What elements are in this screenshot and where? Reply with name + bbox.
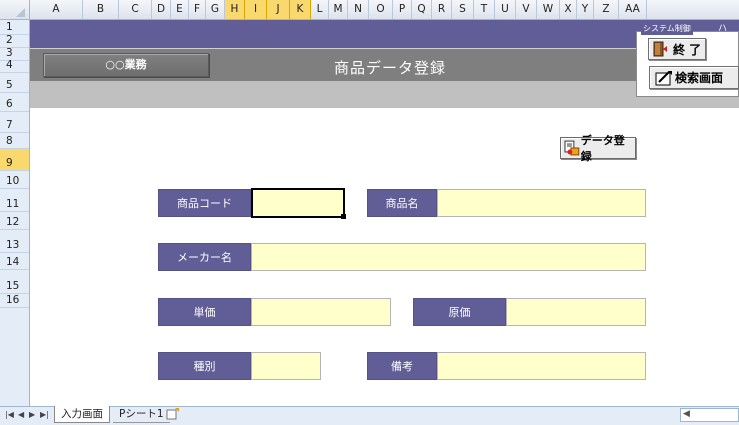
new-sheet-icon <box>166 408 179 420</box>
row-header-5[interactable]: 5 <box>0 73 29 93</box>
maker-name-field[interactable] <box>251 243 646 271</box>
column-header-o[interactable]: O <box>369 0 393 19</box>
column-header-y[interactable]: Y <box>577 0 594 19</box>
cost-price-field[interactable] <box>506 298 646 326</box>
cost-price-label: 原価 <box>413 298 506 326</box>
sub-band <box>30 81 739 108</box>
column-header-e[interactable]: E <box>171 0 189 19</box>
row-header-6[interactable]: 6 <box>0 93 29 112</box>
exit-button-label: 終 了 <box>673 42 702 57</box>
column-header-j[interactable]: J <box>267 0 290 19</box>
prev-sheet-icon[interactable]: ◀ <box>18 410 24 419</box>
exit-button[interactable]: 終 了 <box>648 38 706 60</box>
row-header-14[interactable]: 14 <box>0 253 29 270</box>
maker-name-label: メーカー名 <box>158 243 251 271</box>
column-header-m[interactable]: M <box>329 0 348 19</box>
row-header-11[interactable]: 11 <box>0 189 29 212</box>
sheet-tab-bar <box>0 406 739 425</box>
search-screen-button[interactable]: 検索画面 <box>649 66 739 89</box>
row-header-1[interactable]: 1 <box>0 20 29 35</box>
column-header-c[interactable]: C <box>119 0 152 19</box>
column-header-i[interactable]: I <box>245 0 267 19</box>
row-header-2[interactable]: 2 <box>0 34 29 48</box>
row-header-bar: 1 2 3 4 5 6 7 8 9 10 11 12 13 14 15 16 <box>0 20 30 406</box>
sheet-tab-input[interactable]: 入力画面 <box>54 406 110 423</box>
column-header-p[interactable]: P <box>393 0 412 19</box>
product-code-field[interactable] <box>251 188 345 218</box>
column-header-t[interactable]: T <box>474 0 495 19</box>
row-header-13[interactable]: 13 <box>0 230 29 253</box>
remarks-field[interactable] <box>437 352 646 380</box>
row-header-9[interactable]: 9 <box>0 149 29 171</box>
exit-door-icon <box>653 41 667 57</box>
last-sheet-icon[interactable]: ▶| <box>40 410 49 419</box>
column-header-bar: A B C D E F G H I J K L M N O P Q R S T U V W X Y Z AA <box>0 0 739 20</box>
page-title: 商品データ登録 <box>333 59 446 77</box>
department-label: ○○業務 <box>43 53 209 77</box>
column-header-q[interactable]: Q <box>412 0 432 19</box>
fill-handle[interactable] <box>341 214 346 219</box>
category-field[interactable] <box>251 352 321 380</box>
column-header-l[interactable]: L <box>311 0 329 19</box>
product-name-label: 商品名 <box>367 189 437 217</box>
first-sheet-icon[interactable]: |◀ <box>5 410 14 419</box>
row-header-16[interactable]: 16 <box>0 294 29 308</box>
truncated-label: ハ <box>718 24 728 34</box>
column-header-f[interactable]: F <box>189 0 206 19</box>
row-header-10[interactable]: 10 <box>0 171 29 189</box>
new-sheet-tab[interactable] <box>160 406 186 423</box>
column-header-r[interactable]: R <box>432 0 452 19</box>
column-header-x[interactable]: X <box>560 0 577 19</box>
column-header-k[interactable]: K <box>290 0 311 19</box>
column-header-u[interactable]: U <box>495 0 516 19</box>
column-header-aa[interactable]: AA <box>619 0 647 19</box>
column-header-n[interactable]: N <box>348 0 369 19</box>
column-header-g[interactable]: G <box>206 0 225 19</box>
column-header-d[interactable]: D <box>152 0 171 19</box>
column-header-b[interactable]: B <box>83 0 119 19</box>
search-screen-icon <box>655 70 672 85</box>
product-name-field[interactable] <box>437 189 646 217</box>
column-header-w[interactable]: W <box>537 0 560 19</box>
column-header-h[interactable]: H <box>225 0 245 19</box>
row-header-7[interactable]: 7 <box>0 112 29 133</box>
select-all-corner[interactable] <box>0 0 30 20</box>
data-register-button-label: データ登録 <box>580 134 625 163</box>
system-control-label: システム制御 <box>641 23 693 35</box>
column-header-z[interactable]: Z <box>594 0 619 19</box>
next-sheet-icon[interactable]: ▶ <box>29 410 35 419</box>
scroll-left-icon[interactable]: ◀ <box>683 409 690 419</box>
register-icon <box>564 140 580 156</box>
category-label: 種別 <box>158 352 251 380</box>
row-header-4[interactable]: 4 <box>0 59 29 73</box>
column-header-s[interactable]: S <box>452 0 474 19</box>
data-register-button[interactable]: データ登録 <box>560 134 636 163</box>
unit-price-field[interactable] <box>251 298 391 326</box>
column-header-v[interactable]: V <box>516 0 537 19</box>
row-header-3[interactable]: 3 <box>0 47 29 61</box>
unit-price-label: 単価 <box>158 298 251 326</box>
search-screen-button-label: 検索画面 <box>675 71 724 85</box>
column-header-a[interactable]: A <box>30 0 83 19</box>
row-header-8[interactable]: 8 <box>0 133 29 149</box>
remarks-label: 備考 <box>367 352 437 380</box>
product-code-label: 商品コード <box>158 189 251 217</box>
row-header-12[interactable]: 12 <box>0 212 29 230</box>
row-header-15[interactable]: 15 <box>0 270 29 294</box>
header-band <box>30 20 739 48</box>
select-all-triangle-icon <box>16 8 25 17</box>
